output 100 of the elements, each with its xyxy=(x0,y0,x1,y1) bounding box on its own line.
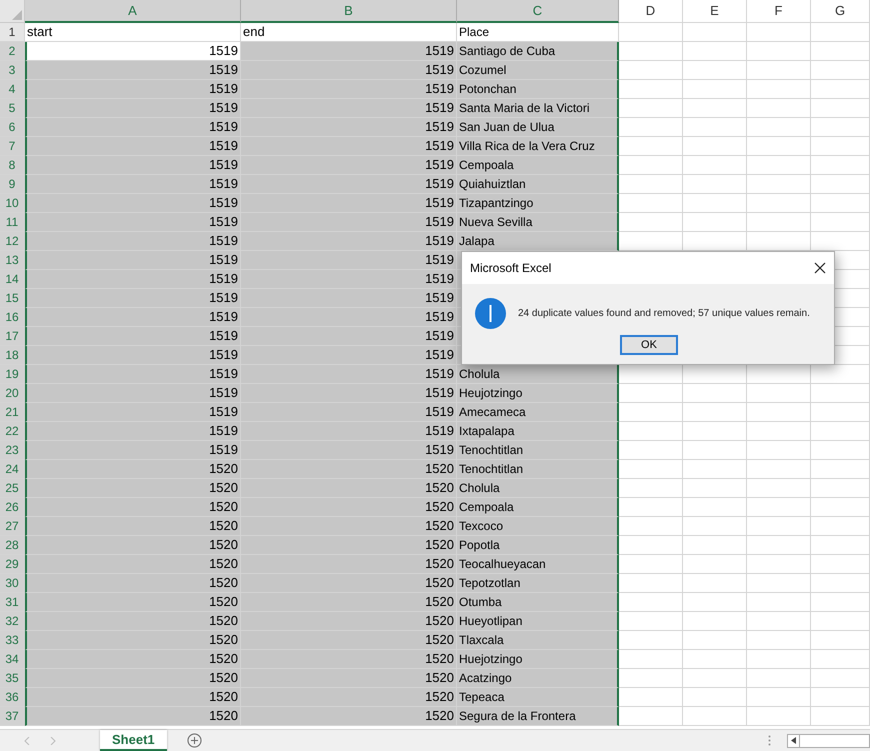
column-header[interactable]: B xyxy=(241,0,457,23)
row-header[interactable]: 11 xyxy=(0,213,25,232)
table-cell: 1519 xyxy=(25,137,241,156)
row-header[interactable]: 15 xyxy=(0,289,25,308)
table-cell: 1519 xyxy=(25,422,241,441)
table-cell: 1519 xyxy=(241,42,457,61)
table-cell: 1519 xyxy=(25,156,241,175)
table-cell: Tepeaca xyxy=(457,688,619,707)
table-cell: 1520 xyxy=(241,612,457,631)
row-header[interactable]: 21 xyxy=(0,403,25,422)
column-header[interactable]: D xyxy=(619,0,683,23)
table-cell: Jalapa xyxy=(457,232,619,251)
column-header[interactable]: E xyxy=(683,0,747,23)
table-cell: Tizapantzingo xyxy=(457,194,619,213)
table-cell: 1519 xyxy=(241,346,457,365)
table-cell: 1520 xyxy=(241,669,457,688)
row-header[interactable]: 26 xyxy=(0,498,25,517)
row-header[interactable]: 32 xyxy=(0,612,25,631)
table-cell: 1520 xyxy=(241,593,457,612)
row-header[interactable]: 9 xyxy=(0,175,25,194)
table-cell: 1519 xyxy=(241,308,457,327)
table-cell: 1519 xyxy=(25,346,241,365)
table-cell: 1520 xyxy=(241,479,457,498)
row-header[interactable]: 31 xyxy=(0,593,25,612)
row-header[interactable]: 3 xyxy=(0,61,25,80)
table-cell: 1520 xyxy=(241,650,457,669)
row-header[interactable]: 8 xyxy=(0,156,25,175)
row-header[interactable]: 25 xyxy=(0,479,25,498)
table-cell: Ixtapalapa xyxy=(457,422,619,441)
row-header[interactable]: 29 xyxy=(0,555,25,574)
table-cell: 1519 xyxy=(25,327,241,346)
table-cell: 1520 xyxy=(241,536,457,555)
table-cell: Potonchan xyxy=(457,80,619,99)
row-header[interactable]: 22 xyxy=(0,422,25,441)
row-header[interactable]: 14 xyxy=(0,270,25,289)
table-cell: 1520 xyxy=(241,631,457,650)
table-cell: 1519 xyxy=(25,403,241,422)
table-cell: 1519 xyxy=(25,80,241,99)
ok-button[interactable]: OK xyxy=(620,335,678,355)
row-header[interactable]: 19 xyxy=(0,365,25,384)
row-header[interactable]: 16 xyxy=(0,308,25,327)
table-cell: 1520 xyxy=(25,593,241,612)
column-header[interactable]: A xyxy=(25,0,241,23)
table-cell: 1519 xyxy=(241,403,457,422)
table-cell: 1519 xyxy=(241,99,457,118)
table-cell: 1519 xyxy=(241,232,457,251)
table-cell: 1519 xyxy=(241,251,457,270)
table-cell: 1520 xyxy=(25,650,241,669)
table-cell: Tlaxcala xyxy=(457,631,619,650)
table-cell: 1519 xyxy=(25,251,241,270)
row-header[interactable]: 20 xyxy=(0,384,25,403)
sheet-tab[interactable]: Sheet1 xyxy=(100,730,167,751)
row-header[interactable]: 37 xyxy=(0,707,25,726)
table-cell: Tenochtitlan xyxy=(457,460,619,479)
row-header[interactable]: 35 xyxy=(0,669,25,688)
row-header[interactable]: 27 xyxy=(0,517,25,536)
table-cell: start xyxy=(25,23,241,42)
row-header[interactable]: 36 xyxy=(0,688,25,707)
table-cell: 1519 xyxy=(25,61,241,80)
table-cell: 1520 xyxy=(25,688,241,707)
table-cell: Popotla xyxy=(457,536,619,555)
dialog-message: 24 duplicate values found and removed; 57 unique values remain. xyxy=(518,307,810,321)
row-header[interactable]: 4 xyxy=(0,80,25,99)
row-header[interactable]: 28 xyxy=(0,536,25,555)
row-header[interactable]: 13 xyxy=(0,251,25,270)
table-cell: 1520 xyxy=(25,707,241,726)
table-cell: Otumba xyxy=(457,593,619,612)
table-cell: Cozumel xyxy=(457,61,619,80)
row-header[interactable]: 1 xyxy=(0,23,25,42)
row-header[interactable]: 12 xyxy=(0,232,25,251)
table-cell: 1519 xyxy=(25,42,241,61)
table-cell: 1519 xyxy=(241,441,457,460)
table-cell: Acatzingo xyxy=(457,669,619,688)
table-cell: 1520 xyxy=(25,612,241,631)
table-cell: Villa Rica de la Vera Cruz xyxy=(457,137,619,156)
row-header[interactable]: 17 xyxy=(0,327,25,346)
row-header[interactable]: 10 xyxy=(0,194,25,213)
row-header[interactable]: 7 xyxy=(0,137,25,156)
column-header[interactable]: G xyxy=(811,0,870,23)
column-header[interactable]: C xyxy=(457,0,619,23)
row-header[interactable]: 2 xyxy=(0,42,25,61)
row-header[interactable]: 34 xyxy=(0,650,25,669)
row-header[interactable]: 33 xyxy=(0,631,25,650)
row-header[interactable]: 18 xyxy=(0,346,25,365)
row-header[interactable]: 30 xyxy=(0,574,25,593)
table-cell: 1519 xyxy=(25,270,241,289)
column-header[interactable]: F xyxy=(747,0,811,23)
table-cell: Segura de la Frontera xyxy=(457,707,619,726)
row-header[interactable]: 23 xyxy=(0,441,25,460)
table-cell: 1519 xyxy=(241,175,457,194)
table-cell: 1519 xyxy=(241,422,457,441)
table-cell: 1520 xyxy=(241,555,457,574)
row-header[interactable]: 24 xyxy=(0,460,25,479)
table-cell: 1519 xyxy=(25,384,241,403)
table-cell: 1520 xyxy=(25,536,241,555)
table-cell: Quiahuiztlan xyxy=(457,175,619,194)
row-header[interactable]: 6 xyxy=(0,118,25,137)
table-cell: 1519 xyxy=(241,118,457,137)
row-header[interactable]: 5 xyxy=(0,99,25,118)
table-cell: 1520 xyxy=(25,631,241,650)
